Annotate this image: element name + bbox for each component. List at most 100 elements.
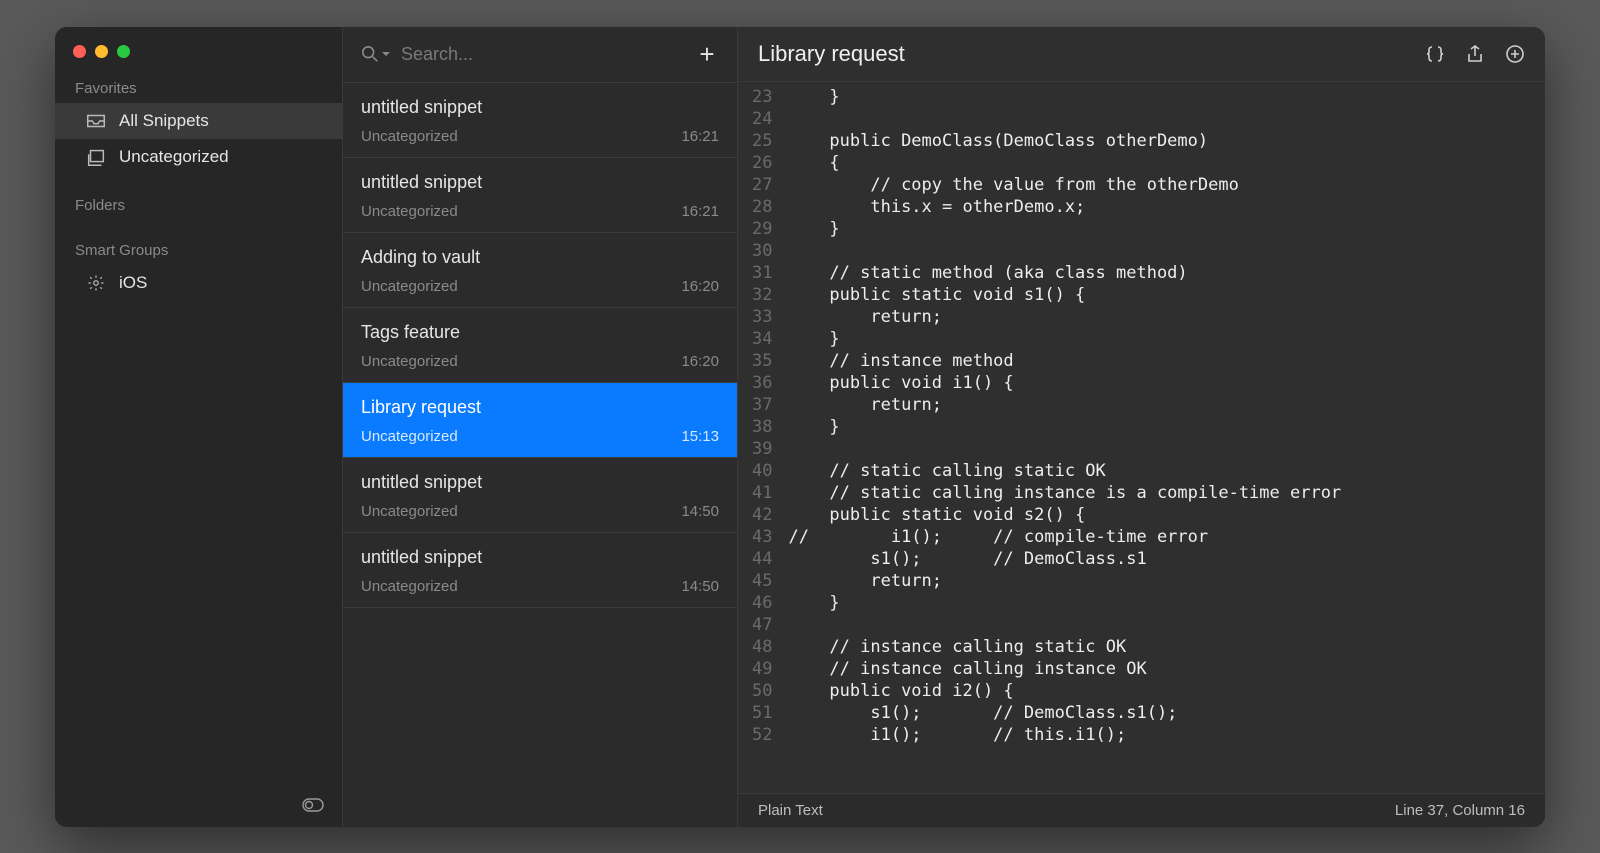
code-line: return; [788,306,1531,328]
line-number: 24 [752,108,772,130]
close-window-button[interactable] [73,45,86,58]
gear-icon [85,274,107,292]
line-gutter: 2324252627282930313233343536373839404142… [738,82,782,793]
sidebar-item-all-snippets[interactable]: All Snippets [55,103,342,139]
search-input[interactable] [401,44,685,65]
snippet-list-item[interactable]: untitled snippetUncategorized14:50 [343,458,737,533]
add-snippet-button[interactable]: + [695,39,719,70]
snippet-list-item[interactable]: untitled snippet Uncategorized 14:50 [343,533,737,608]
code-line: { [788,152,1531,174]
line-number: 49 [752,658,772,680]
code-braces-button[interactable] [1425,44,1445,64]
language-selector[interactable]: Plain Text [758,802,823,819]
code-line: public void i2() { [788,680,1531,702]
sidebar-section-folders: Folders [55,189,342,220]
code-line: // static calling instance is a compile-… [788,482,1531,504]
snippet-category: Uncategorized [361,278,458,295]
snippet-list-item[interactable]: Adding to vaultUncategorized16:20 [343,233,737,308]
add-button[interactable] [1505,44,1525,64]
sidebar: Favorites All Snippets Uncategorized Fol… [55,27,343,827]
share-button[interactable] [1465,44,1485,64]
line-number: 40 [752,460,772,482]
minimize-window-button[interactable] [95,45,108,58]
search-row: + [343,27,737,83]
code-line: i1(); // this.i1(); [788,724,1531,746]
line-number: 46 [752,592,772,614]
line-number: 51 [752,702,772,724]
line-number: 25 [752,130,772,152]
snippet-list-item[interactable]: untitled snippetUncategorized16:21 [343,158,737,233]
code-line [788,614,1531,636]
snippet-category: Uncategorized [361,353,458,370]
line-number: 43 [752,526,772,548]
line-number: 31 [752,262,772,284]
code-line: public DemoClass(DemoClass otherDemo) [788,130,1531,152]
snippet-title: Adding to vault [361,247,719,268]
editor-title: Library request [758,41,1425,67]
editor-header: Library request [738,27,1545,82]
code-body[interactable]: } public DemoClass(DemoClass otherDemo) … [782,82,1545,793]
editor-pane: Library request [738,27,1545,827]
code-line: s1(); // DemoClass.s1(); [788,702,1531,724]
line-number: 32 [752,284,772,306]
line-number: 47 [752,614,772,636]
line-number: 34 [752,328,772,350]
snippet-list-item[interactable]: untitled snippetUncategorized16:21 [343,83,737,158]
sidebar-section-smart-groups: Smart Groups [55,234,342,265]
line-number: 45 [752,570,772,592]
plus-icon: + [699,39,714,69]
code-line: // instance method [788,350,1531,372]
sidebar-toggle-button[interactable] [302,798,324,817]
sidebar-item-ios[interactable]: iOS [55,265,342,301]
sidebar-item-label: All Snippets [119,111,209,131]
line-number: 29 [752,218,772,240]
line-number: 27 [752,174,772,196]
snippet-list-item[interactable]: Library requestUncategorized15:13 [343,383,737,458]
cursor-position: Line 37, Column 16 [1395,802,1525,819]
code-line: } [788,86,1531,108]
snippet-category: Uncategorized [361,128,458,145]
code-line: // instance calling static OK [788,636,1531,658]
code-line: public void i1() { [788,372,1531,394]
line-number: 42 [752,504,772,526]
snippet-time: 14:50 [681,578,719,595]
code-editor[interactable]: 2324252627282930313233343536373839404142… [738,82,1545,793]
code-line [788,240,1531,262]
line-number: 37 [752,394,772,416]
snippet-title: Tags feature [361,322,719,343]
code-line: // instance calling instance OK [788,658,1531,680]
snippet-title: untitled snippet [361,97,719,118]
snippet-category: Uncategorized [361,503,458,520]
code-line [788,108,1531,130]
code-line: } [788,328,1531,350]
snippet-title: Library request [361,397,719,418]
stack-icon [85,148,107,166]
code-line: // i1(); // compile-time error [788,526,1531,548]
line-number: 36 [752,372,772,394]
snippet-time: 15:13 [681,428,719,445]
sidebar-item-uncategorized[interactable]: Uncategorized [55,139,342,175]
code-line: } [788,416,1531,438]
line-number: 28 [752,196,772,218]
line-number: 39 [752,438,772,460]
code-line: return; [788,394,1531,416]
line-number: 23 [752,86,772,108]
editor-actions [1425,44,1525,64]
code-line: return; [788,570,1531,592]
code-line: public static void s2() { [788,504,1531,526]
line-number: 41 [752,482,772,504]
snippet-category: Uncategorized [361,578,458,595]
code-line: // static method (aka class method) [788,262,1531,284]
status-bar: Plain Text Line 37, Column 16 [738,793,1545,827]
maximize-window-button[interactable] [117,45,130,58]
snippet-list[interactable]: untitled snippetUncategorized16:21untitl… [343,83,737,827]
code-line: // copy the value from the otherDemo [788,174,1531,196]
line-number: 33 [752,306,772,328]
sidebar-item-label: Uncategorized [119,147,229,167]
line-number: 26 [752,152,772,174]
snippet-time: 16:20 [681,353,719,370]
code-line: public static void s1() { [788,284,1531,306]
snippet-title: untitled snippet [361,172,719,193]
snippet-list-item[interactable]: Tags feature Uncategorized 16:20 [343,308,737,383]
snippet-title: untitled snippet [361,547,719,568]
